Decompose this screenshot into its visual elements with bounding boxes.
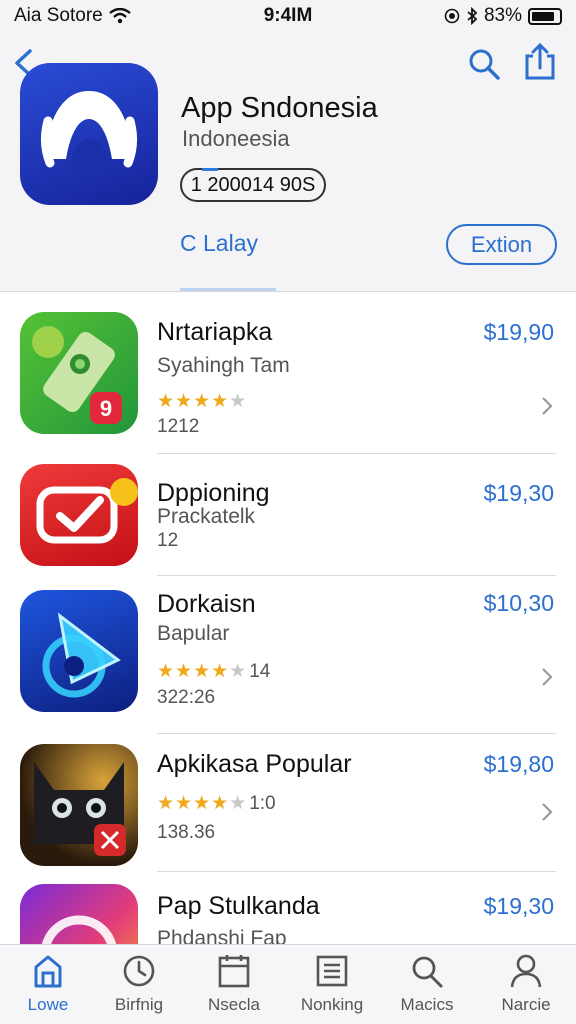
- list-item-name: Nrtariapka: [157, 318, 273, 346]
- tab-bar: Lowe Birfnig Nsecla Nonking Macics Narci…: [0, 944, 576, 1024]
- list-item-subtitle: Prackatelk: [157, 505, 256, 528]
- tab-clock[interactable]: Birfnig: [91, 953, 187, 1021]
- list-item-name: Dorkaisn: [157, 590, 256, 618]
- list-item-name: Apkikasa Popular: [157, 750, 352, 778]
- tab-search[interactable]: Macics: [379, 953, 475, 1021]
- app-icon: [20, 63, 158, 205]
- battery-icon: [528, 7, 562, 25]
- bluetooth-icon: [467, 7, 478, 25]
- app-header: App Sndonesia Indoneesia 1 200014 90S C …: [0, 34, 576, 292]
- app-logo-icon: [40, 91, 138, 179]
- list-item-meta: 12: [157, 530, 179, 551]
- app-subtitle: Indoneesia: [182, 126, 290, 151]
- share-button[interactable]: [522, 42, 558, 82]
- home-icon: [34, 955, 62, 988]
- app-list: 9 Nrtariapka Syahingh Tam ★★★★★ 1212 $19…: [0, 292, 576, 944]
- list-item-icon: [20, 464, 138, 566]
- list-icon: [316, 955, 348, 987]
- tab-underline: [180, 288, 276, 291]
- rating-stars: ★★★★★ 1:0: [157, 793, 276, 814]
- tab-label: Nonking: [300, 995, 364, 1014]
- rating-stars: ★★★★★: [157, 391, 248, 412]
- list-item-subtitle: Syahingh Tam: [157, 354, 290, 377]
- count-badge-accent: [202, 168, 218, 171]
- tab-label: Macics: [400, 995, 454, 1014]
- list-item-name: Dppioning: [157, 479, 270, 507]
- status-bar: Aia Sotore 9:4IM 83%: [0, 0, 576, 34]
- cat-app-icon: [34, 762, 126, 856]
- price-button[interactable]: $19,30: [484, 893, 554, 920]
- tab-home[interactable]: Lowe: [0, 953, 96, 1021]
- count-badge-label: 1 200014 90S: [190, 174, 316, 196]
- phone-app-icon: 9: [32, 326, 122, 424]
- chevron-right-icon: [542, 397, 553, 415]
- list-item[interactable]: 9 Nrtariapka Syahingh Tam ★★★★★ 1212 $19…: [0, 292, 576, 454]
- list-item-icon: [20, 884, 138, 944]
- play-app-icon: [42, 612, 121, 698]
- tab-list[interactable]: Nonking: [284, 953, 380, 1021]
- tab-label: Narcie: [501, 995, 551, 1014]
- person-icon: [510, 954, 542, 988]
- list-item-meta: 322:26: [157, 687, 216, 708]
- price-button[interactable]: $10,30: [484, 590, 554, 617]
- app-title: App Sndonesia: [181, 92, 378, 124]
- tab-label: Lowe: [27, 995, 69, 1014]
- check-app-icon: [36, 478, 138, 544]
- list-item-subtitle: Bapular: [157, 622, 230, 645]
- camera-app-icon: [41, 915, 117, 944]
- tab-calendar[interactable]: Nsecla: [186, 953, 282, 1021]
- search-icon: [412, 956, 443, 988]
- list-item-subtitle: Phdanshi Fap: [157, 927, 287, 944]
- battery-level: [532, 11, 554, 21]
- svg-text:9: 9: [100, 396, 112, 421]
- clock-icon: [123, 955, 155, 987]
- list-item-meta: 1212: [157, 416, 200, 437]
- count-badge: 1 200014 90S: [180, 168, 326, 202]
- price-button[interactable]: $19,90: [484, 319, 554, 346]
- list-item-name: Pap Stulkanda: [157, 892, 320, 920]
- list-item-icon: [20, 744, 138, 866]
- rating-stars: ★★★★★ 14: [157, 661, 271, 682]
- tab-label: Birfnig: [114, 995, 164, 1014]
- tab-lalay[interactable]: C Lalay: [180, 230, 258, 257]
- tab-label: Nsecla: [208, 995, 260, 1014]
- list-item[interactable]: Apkikasa Popular ★★★★★ 1:0 138.36 $19,80: [0, 734, 576, 872]
- price-button[interactable]: $19,80: [484, 751, 554, 778]
- chevron-right-icon: [542, 668, 553, 686]
- list-item-icon: 9: [20, 312, 138, 434]
- list-item[interactable]: Dorkaisn Bapular ★★★★★ 14 322:26 $10,30: [0, 576, 576, 734]
- extion-button[interactable]: Extion: [446, 224, 557, 265]
- chevron-right-icon: [542, 803, 553, 821]
- calendar-icon: [218, 955, 250, 988]
- price-button[interactable]: $19,30: [484, 480, 554, 507]
- list-item[interactable]: Pap Stulkanda Phdanshi Fap $19,30: [0, 872, 576, 944]
- tab-profile[interactable]: Narcie: [478, 953, 574, 1021]
- rating-count: 14: [249, 661, 271, 682]
- list-item-icon: [20, 590, 138, 712]
- list-item[interactable]: Dppioning Prackatelk 12 $19,30: [0, 454, 576, 576]
- search-button[interactable]: [466, 46, 502, 82]
- list-item-meta: 138.36: [157, 822, 216, 843]
- battery-percent: 83%: [483, 5, 522, 26]
- orientation-lock-icon: [444, 8, 460, 24]
- rating-count: 1:0: [249, 793, 276, 814]
